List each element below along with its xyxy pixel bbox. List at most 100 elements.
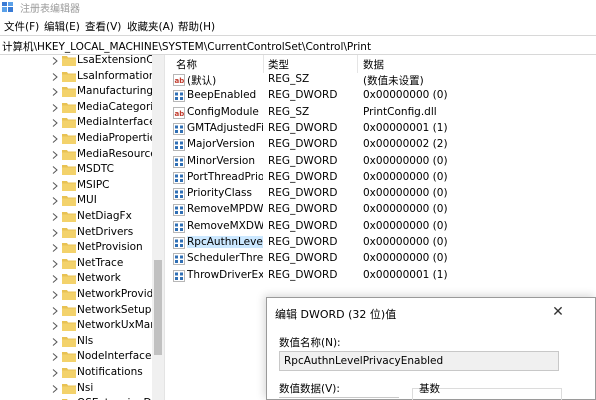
value-data: 0x00000000 (0) bbox=[363, 219, 448, 232]
column-header-type[interactable]: 类型 bbox=[268, 57, 289, 72]
tree-item[interactable]: MUI bbox=[52, 193, 152, 209]
tree-item[interactable]: NetTrace bbox=[52, 256, 152, 272]
table-row[interactable]: MinorVersion REG_DWORD 0x00000000 (0) bbox=[170, 154, 596, 170]
value-data: 0x00000000 (0) bbox=[363, 203, 448, 216]
column-header-data[interactable]: 数据 bbox=[363, 57, 384, 72]
tree-item[interactable]: NetworkProvider bbox=[52, 287, 152, 303]
expand-chevron-icon[interactable] bbox=[52, 72, 58, 81]
folder-icon bbox=[62, 367, 76, 378]
folder-icon bbox=[62, 117, 76, 129]
value-name: RpcAuthnLevelPrivacyEnabled bbox=[187, 236, 263, 248]
tree-item[interactable]: Nls bbox=[52, 334, 152, 350]
expand-chevron-icon[interactable] bbox=[52, 213, 58, 221]
expand-chevron-icon[interactable] bbox=[52, 275, 58, 284]
tree-item[interactable]: NodeInterfaces bbox=[52, 349, 152, 365]
tree-item[interactable]: ManufacturingMode bbox=[52, 84, 152, 100]
expand-chevron-icon[interactable] bbox=[52, 369, 58, 377]
menu-favorites[interactable]: 收藏夹(A) bbox=[127, 19, 174, 34]
tree-item[interactable]: MediaInterfaces bbox=[52, 115, 152, 131]
folder-icon bbox=[62, 149, 76, 160]
address-bar[interactable]: 计算机\HKEY_LOCAL_MACHINE\SYSTEM\CurrentCon… bbox=[0, 35, 596, 55]
tree-item[interactable]: MSDTC bbox=[52, 162, 152, 178]
table-row[interactable]: RemoveMPDW REG_DWORD 0x00000000 (0) bbox=[170, 202, 596, 218]
tree-item-label: NetDiagFx bbox=[77, 210, 132, 222]
menu-file[interactable]: 文件(F) bbox=[4, 19, 39, 34]
tree-item[interactable]: Nsi bbox=[52, 381, 152, 397]
expand-chevron-icon[interactable] bbox=[52, 119, 58, 128]
tree-item[interactable]: NetDrivers bbox=[52, 225, 152, 241]
column-header-name[interactable]: 名称 bbox=[176, 57, 197, 72]
table-row[interactable]: BeepEnabled REG_DWORD 0x00000000 (0) bbox=[170, 88, 596, 104]
tree-item[interactable]: LsaInformation bbox=[52, 69, 152, 85]
address-path[interactable]: 计算机\HKEY_LOCAL_MACHINE\SYSTEM\CurrentCon… bbox=[2, 39, 371, 54]
tree-scrollbar-thumb[interactable] bbox=[154, 260, 162, 355]
tree-item[interactable]: Network bbox=[52, 271, 152, 287]
folder-icon bbox=[62, 86, 76, 98]
binary-value-icon bbox=[173, 220, 185, 233]
tree-item[interactable]: NetProvision bbox=[52, 240, 152, 256]
tree-scrollbar[interactable] bbox=[152, 55, 164, 400]
table-row[interactable]: MajorVersion REG_DWORD 0x00000002 (2) bbox=[170, 137, 596, 153]
expand-chevron-icon[interactable] bbox=[52, 103, 58, 112]
table-row[interactable]: PriorityClass REG_DWORD 0x00000000 (0) bbox=[170, 186, 596, 202]
table-row[interactable]: PortThreadPriority REG_DWORD 0x00000000 (0… bbox=[170, 170, 596, 186]
expand-chevron-icon[interactable] bbox=[52, 197, 58, 206]
expand-chevron-icon[interactable] bbox=[52, 166, 58, 175]
table-row[interactable]: RpcAuthnLevelPrivacyEnabled REG_DWORD 0x00… bbox=[170, 235, 596, 251]
expand-chevron-icon[interactable] bbox=[52, 150, 58, 159]
column-divider[interactable] bbox=[263, 55, 264, 73]
key-tree[interactable]: LsaExtensionConfig LsaInformation Manufact… bbox=[0, 55, 164, 400]
binary-value-icon bbox=[173, 155, 185, 168]
menu-edit[interactable]: 编辑(E) bbox=[44, 19, 80, 34]
expand-chevron-icon[interactable] bbox=[52, 384, 58, 393]
table-row[interactable]: ThrowDriverException REG_DWORD 0x00000001 … bbox=[170, 268, 596, 284]
column-divider[interactable] bbox=[357, 55, 358, 73]
table-row[interactable]: GMTAdjustedFirst REG_DWORD 0x00000001 (1) bbox=[170, 121, 596, 137]
menu-view[interactable]: 查看(V) bbox=[85, 19, 121, 34]
value-type: REG_DWORD bbox=[268, 170, 338, 183]
tree-item[interactable]: NetworkSetup2 bbox=[52, 303, 152, 319]
folder-icon bbox=[62, 55, 76, 66]
tree-item-label: NetworkProvider bbox=[77, 288, 152, 300]
table-row[interactable]: ab (默认) REG_SZ (数值未设置) bbox=[170, 72, 596, 88]
tree-item[interactable]: LsaExtensionConfig bbox=[52, 55, 152, 69]
tree-item[interactable]: NetworkUxManager bbox=[52, 318, 152, 334]
tree-item[interactable]: MediaProperties bbox=[52, 131, 152, 147]
tree-item-label: NetTrace bbox=[77, 256, 124, 269]
expand-chevron-icon[interactable] bbox=[52, 135, 58, 143]
expand-chevron-icon[interactable] bbox=[52, 259, 58, 268]
expand-chevron-icon[interactable] bbox=[52, 306, 58, 315]
expand-chevron-icon[interactable] bbox=[52, 88, 58, 97]
tree-item[interactable]: MediaResources bbox=[52, 147, 152, 163]
folder-icon bbox=[62, 320, 76, 332]
binary-value-icon bbox=[173, 139, 185, 152]
tree-item-label: Network bbox=[77, 272, 121, 285]
expand-chevron-icon[interactable] bbox=[52, 228, 58, 237]
close-icon[interactable]: ✕ bbox=[547, 301, 569, 323]
expand-chevron-icon[interactable] bbox=[52, 57, 58, 65]
expand-chevron-icon[interactable] bbox=[52, 181, 58, 190]
expand-chevron-icon[interactable] bbox=[52, 244, 58, 253]
tree-item[interactable]: MSIPC bbox=[52, 178, 152, 194]
expand-chevron-icon[interactable] bbox=[52, 353, 58, 362]
tree-item[interactable]: MediaCategories bbox=[52, 100, 152, 116]
menu-help[interactable]: 帮助(H) bbox=[178, 19, 215, 34]
expand-chevron-icon[interactable] bbox=[52, 322, 58, 331]
folder-icon bbox=[62, 258, 76, 269]
folder-icon bbox=[62, 289, 76, 300]
tree-item-label: LsaExtensionConfig bbox=[77, 55, 152, 66]
tree-item[interactable]: OSExtensionDatabase bbox=[52, 396, 152, 400]
tree-item[interactable]: NetDiagFx bbox=[52, 209, 152, 225]
binary-value-icon bbox=[173, 90, 185, 103]
value-name: MajorVersion bbox=[187, 138, 255, 151]
expand-chevron-icon[interactable] bbox=[52, 337, 58, 346]
value-type: REG_DWORD bbox=[268, 252, 338, 265]
table-row[interactable]: RemoveMXDW REG_DWORD 0x00000000 (0) bbox=[170, 219, 596, 235]
binary-value-icon bbox=[173, 171, 185, 184]
table-row[interactable]: ab ConfigModule REG_SZ PrintConfig.dll bbox=[170, 105, 596, 121]
string-value-icon: ab bbox=[173, 106, 185, 119]
expand-chevron-icon[interactable] bbox=[52, 291, 58, 299]
tree-item[interactable]: Notifications bbox=[52, 365, 152, 381]
table-row[interactable]: SchedulerThreadPriority REG_DWORD 0x000000… bbox=[170, 251, 596, 267]
folder-icon bbox=[62, 227, 76, 238]
